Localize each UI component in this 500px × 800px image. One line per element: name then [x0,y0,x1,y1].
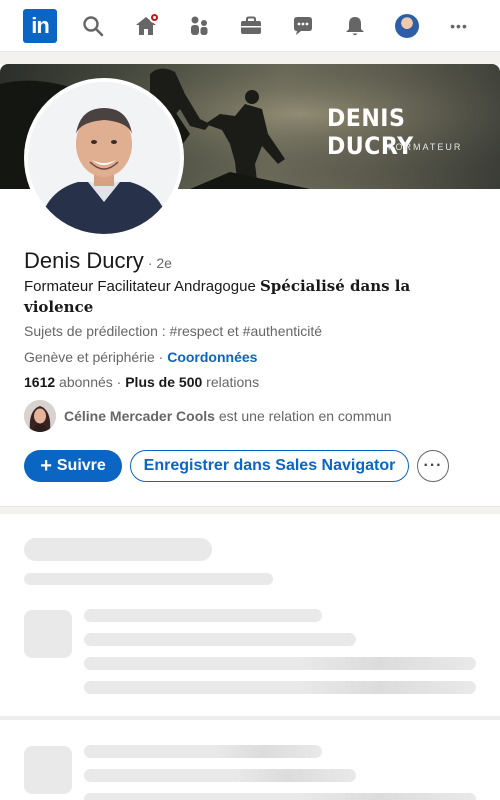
briefcase-icon[interactable] [235,10,267,42]
mutual-connection-text: est une relation en commun [214,408,392,424]
profile-avatar[interactable] [391,10,423,42]
page-background-band [0,52,500,64]
profile-portrait-image [28,82,180,234]
profile-topics: Sujets de prédilection : #respect et #au… [24,323,323,339]
skeleton-thumbnail [24,746,72,794]
section-divider [0,506,500,514]
notification-dot [149,12,160,23]
skeleton-thumbnail [24,610,72,658]
location-line: Genève et périphérie · Coordonnées [24,349,257,365]
bell-icon[interactable] [339,10,371,42]
headline-text: Formateur Facilitateur Andragogue [24,278,260,295]
messaging-icon[interactable] [287,10,319,42]
top-navigation-bar: in ••• [0,0,500,52]
search-icon[interactable] [77,10,109,42]
skeleton-line [84,745,322,758]
mutual-connection-avatar[interactable] [24,400,56,432]
linkedin-logo[interactable]: in [23,9,57,43]
home-icon[interactable] [130,10,162,42]
skeleton-line [84,609,322,622]
skeleton-divider [0,716,500,720]
location-text: Genève et périphérie · [24,349,168,365]
followers-count[interactable]: 1612 [24,374,55,390]
mutual-portrait-image [24,400,56,432]
stats-separator: · [112,374,126,390]
skeleton-line [84,769,356,782]
connections-label: relations [202,374,260,390]
profile-name-row: Denis Ducry · 2e [24,248,172,274]
skeleton-line [84,793,476,800]
more-actions-button[interactable]: ··· [417,450,449,482]
plus-icon: + [40,454,52,477]
follow-label: Suivre [56,457,106,474]
skeleton-line [84,681,476,694]
mutual-connection-line[interactable]: Céline Mercader Cools est une relation e… [64,408,392,424]
skeleton-subtitle [24,573,273,585]
contact-info-link[interactable]: Coordonnées [167,349,257,365]
skeleton-title [24,538,212,561]
connections-count[interactable]: Plus de 500 [125,374,202,390]
save-sales-navigator-button[interactable]: Enregistrer dans Sales Navigator [130,450,409,482]
me-avatar-image [395,14,419,38]
profile-photo[interactable] [24,78,184,238]
more-icon[interactable]: ••• [443,10,475,42]
mutual-connection-name: Céline Mercader Cools [64,408,215,424]
people-icon[interactable] [183,10,215,42]
profile-headline: Formateur Facilitateur Andragogue 𝐒𝐩é𝐜𝐢𝐚… [24,276,464,318]
profile-name: Denis Ducry [24,248,144,273]
connection-degree: · 2e [147,255,172,271]
skeleton-line [84,657,476,670]
followers-label: abonnés [55,374,113,390]
banner-subtitle: FORMATEUR [388,142,463,152]
skeleton-line [84,633,356,646]
follow-button[interactable]: + Suivre [24,450,122,482]
network-stats: 1612 abonnés · Plus de 500 relations [24,374,259,390]
